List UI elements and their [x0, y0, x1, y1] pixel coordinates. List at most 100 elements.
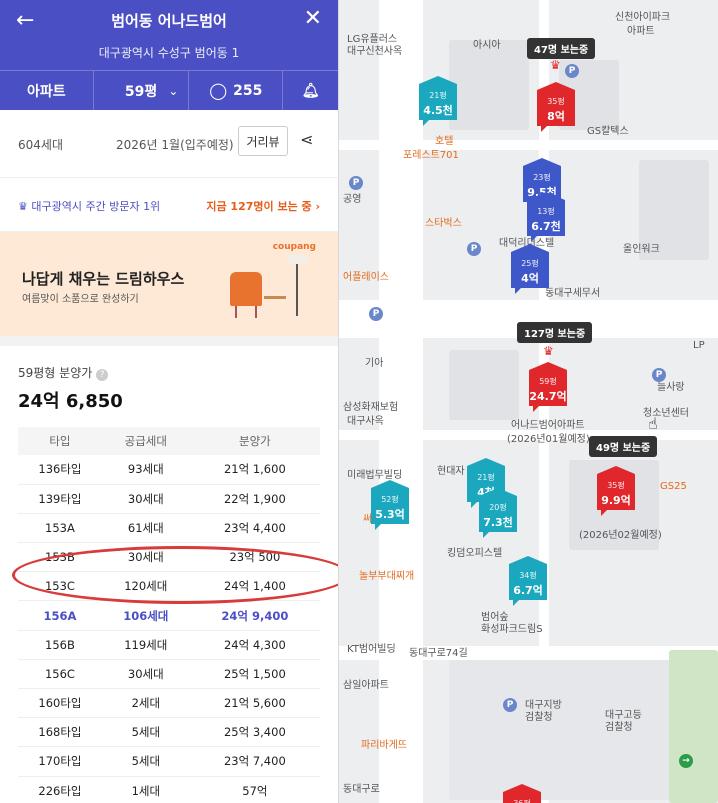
- road: [339, 140, 718, 150]
- map-poi-label[interactable]: 동대구로: [343, 780, 380, 795]
- map-poi-label[interactable]: 기아: [365, 354, 383, 369]
- map-poi-label[interactable]: 동대구로74길: [409, 644, 468, 659]
- map-poi-label[interactable]: (2026년01월예정): [507, 430, 590, 445]
- ad-brand: coupang: [272, 242, 316, 252]
- map-poi-label[interactable]: 호텔: [435, 132, 453, 147]
- map-poi-label[interactable]: 어나드범어아파트: [511, 416, 585, 431]
- table-row: 153C 120세대 24억 1,400: [18, 571, 320, 602]
- comments-tab[interactable]: ◯ 255: [189, 71, 284, 110]
- filter-tabs: 아파트 59평 ⌄ ◯ 255 🔔︎: [0, 70, 338, 110]
- map-poi-label[interactable]: 대구사옥: [347, 412, 384, 427]
- share-icon[interactable]: ⋖: [300, 130, 313, 149]
- building: [449, 350, 519, 420]
- street-view-button[interactable]: 거리뷰: [238, 126, 288, 156]
- map-poi-label[interactable]: GS25: [660, 481, 687, 492]
- marker-size: 35평: [607, 481, 625, 490]
- map-poi-label[interactable]: 킹덤오피스텔: [447, 544, 502, 559]
- map-poi-label[interactable]: 동대구세무서: [545, 284, 600, 299]
- ad-banner[interactable]: coupang 나답게 채우는 드림하우스 여름맞이 소품으로 완성하기: [0, 232, 338, 336]
- marker-size: 21평: [477, 473, 495, 482]
- parking-icon: P: [467, 242, 481, 256]
- marker-roof: [419, 76, 457, 84]
- detail-panel: ← 범어동 어나드범어 ✕ 대구광역시 수성구 범어동 1 아파트 59평 ⌄ ◯…: [0, 0, 339, 803]
- table-cell: 106세대: [101, 600, 190, 631]
- price-marker[interactable]: 35평 8억: [537, 82, 575, 132]
- map-poi-label[interactable]: 검찰청: [525, 708, 553, 723]
- price-marker[interactable]: 13평 6.7천: [527, 192, 565, 242]
- table-row: 226타입 1세대 57억: [18, 776, 320, 803]
- map-poi-label[interactable]: 놀부부대찌개: [359, 567, 414, 582]
- map-poi-label[interactable]: 미래법무빌딩: [347, 466, 402, 481]
- map-poi-label[interactable]: GS칼텍스: [587, 122, 629, 137]
- table-row: 168타입 5세대 25억 3,400: [18, 717, 320, 748]
- marker-roof: [527, 192, 565, 200]
- map-view[interactable]: 신천아이파크 아파트 아시아 LG유플러스 대구신천사옥 GS칼텍스 호텔 포레스트701 공영…: [339, 0, 718, 803]
- table-cell: 21억 1,600: [189, 455, 320, 485]
- map-poi-label[interactable]: 검찰청: [605, 718, 633, 733]
- price-marker[interactable]: 34평 6.7억: [509, 556, 547, 606]
- table-cell: 136타입: [18, 455, 102, 485]
- marker-size: 35평: [547, 97, 565, 106]
- price-marker[interactable]: 21평 4.5천: [419, 76, 457, 126]
- price-marker[interactable]: 52평 5.3억: [371, 480, 409, 530]
- map-poi-label[interactable]: 스타벅스: [425, 214, 462, 229]
- viewers-now-link[interactable]: 지금 127명이 보는 중 ›: [206, 198, 320, 214]
- table-cell: 170타입: [18, 746, 102, 777]
- marker-size: 25평: [521, 259, 539, 268]
- marker-tip: [515, 287, 522, 294]
- map-poi-label[interactable]: LP: [693, 340, 705, 351]
- map-poi-label[interactable]: 아시아: [473, 36, 501, 51]
- bell-icon[interactable]: 🔔︎: [283, 71, 338, 110]
- viewers-bubble[interactable]: 47명 보는중: [527, 38, 596, 59]
- map-poi-label[interactable]: 공영: [343, 190, 361, 205]
- close-icon[interactable]: ✕: [304, 6, 322, 31]
- map-poi-label[interactable]: (2026년02월예정): [579, 526, 662, 541]
- marker-tip: [375, 523, 382, 530]
- marker-body: 34평 6.7억: [509, 564, 547, 600]
- marker-tip: [513, 599, 520, 606]
- help-icon[interactable]: ?: [96, 369, 109, 381]
- map-poi-label[interactable]: 올인워크: [623, 240, 660, 255]
- price-marker[interactable]: 35평 9.9억: [597, 466, 635, 516]
- map-poi-label[interactable]: 파리바게뜨: [361, 736, 407, 751]
- table-cell: 156A: [18, 600, 102, 631]
- park: [669, 650, 718, 803]
- map-poi-label[interactable]: 어플레이스: [343, 268, 389, 283]
- map-poi-label[interactable]: 신천아이파크: [615, 8, 670, 23]
- marker-body: 35평 8억: [537, 90, 575, 126]
- marker-price: 6.7억: [513, 584, 543, 597]
- tab-type[interactable]: 아파트: [0, 71, 94, 110]
- map-poi-label[interactable]: 삼성화재보험: [343, 398, 398, 413]
- visitor-banner: ♛ 대구광역시 주간 방문자 1위 지금 127명이 보는 중 ›: [0, 178, 338, 232]
- map-poi-label[interactable]: KT범어빌딩: [347, 640, 396, 655]
- map-poi-label[interactable]: 아파트: [627, 22, 655, 37]
- parking-icon: P: [349, 176, 363, 190]
- map-poi-label[interactable]: 포레스트701: [403, 146, 459, 161]
- marker-roof: [503, 784, 541, 792]
- map-poi-label[interactable]: 대구신천사옥: [347, 42, 402, 57]
- map-poi-label[interactable]: 현대자: [437, 462, 465, 477]
- map-poi-label[interactable]: 화성파크드림S: [481, 620, 543, 635]
- table-cell: 24억 1,400: [189, 571, 320, 602]
- marker-tip: [533, 405, 540, 412]
- parking-icon: P: [565, 64, 579, 78]
- parking-icon: P: [652, 368, 666, 382]
- move-in-date: 2026년 1월(입주예정): [116, 138, 234, 152]
- price-marker[interactable]: 20평 7.3천: [479, 488, 517, 538]
- price-marker[interactable]: 59평 24.7억: [529, 362, 567, 412]
- complex-info: 604세대 2026년 1월(입주예정) 거리뷰 ⋖: [0, 110, 338, 178]
- price-table: 타입 공급세대 분양가 136타입 93세대 21억 1,600 139타입 30세대 2…: [18, 427, 320, 803]
- column-header: 공급세대: [101, 427, 190, 455]
- marker-roof: [467, 458, 505, 466]
- marker-size: 34평: [519, 571, 537, 580]
- viewers-bubble[interactable]: 49명 보는중: [589, 436, 658, 457]
- tab-size[interactable]: 59평 ⌄: [94, 71, 190, 110]
- map-poi-label[interactable]: 삼일아파트: [343, 676, 389, 691]
- table-row: 156B 119세대 24억 4,300: [18, 630, 320, 660]
- hand-cursor-icon: ☝: [648, 414, 658, 433]
- price-marker[interactable]: 25평 4억: [511, 244, 549, 294]
- viewers-bubble[interactable]: 127명 보는중: [517, 322, 593, 343]
- marker-tip: [531, 235, 538, 242]
- column-header: 분양가: [189, 427, 320, 455]
- price-marker[interactable]: 36평: [503, 784, 541, 803]
